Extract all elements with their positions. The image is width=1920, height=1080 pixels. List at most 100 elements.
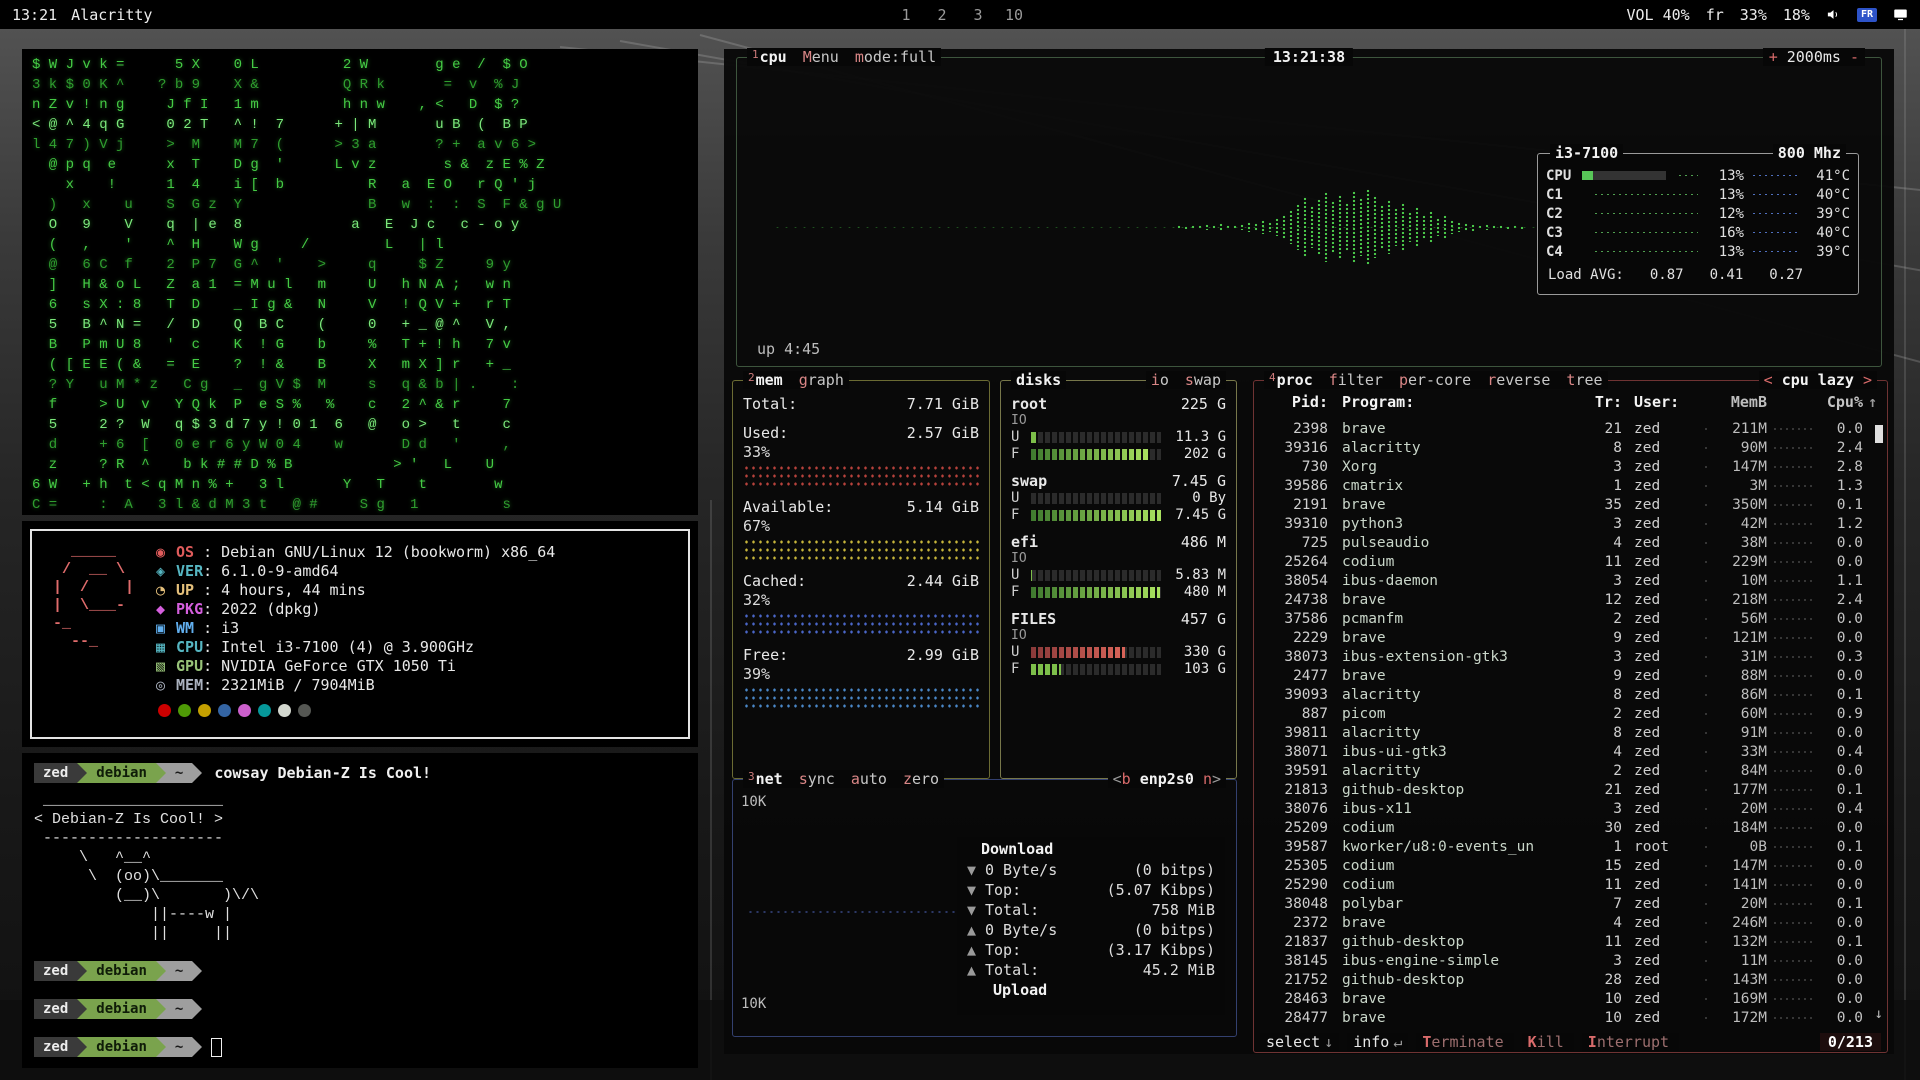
footer-action-button[interactable]: Terminate	[1416, 1033, 1513, 1051]
workspace-button[interactable]: 10	[998, 5, 1030, 25]
process-list[interactable]: 2398 brave 21 zed 211M 0.0 39316 alacrit…	[1264, 419, 1877, 1026]
proc-tree-toggle[interactable]: tree	[1566, 371, 1602, 389]
mem-graph-toggle[interactable]: graph	[799, 371, 844, 389]
footer-action-button[interactable]: info↵	[1347, 1033, 1408, 1051]
menu-button[interactable]: Menu	[803, 48, 839, 66]
footer-action-button[interactable]: Interrupt	[1582, 1033, 1679, 1051]
prompt-user: zed	[34, 961, 77, 981]
dot-leader	[1703, 446, 1708, 450]
process-row[interactable]: 25209 codium 30 zed 184M 0.0	[1264, 818, 1877, 837]
header-user[interactable]: User:	[1634, 393, 1698, 411]
process-row[interactable]: 28463 brave 10 zed 169M 0.0	[1264, 989, 1877, 1008]
process-row[interactable]: 21837 github-desktop 11 zed 132M 0.1	[1264, 932, 1877, 951]
terminal-shell[interactable]: zeddebian~ cowsay Debian-Z Is Cool! ____…	[22, 753, 698, 1068]
workspace-button[interactable]: 1	[890, 5, 922, 25]
terminal-bpytop[interactable]: 1 cpu Menu mode:full 13:21:38 + 2000ms -…	[724, 49, 1894, 1054]
proc-sort-control[interactable]: < cpu lazy >	[1759, 371, 1877, 389]
net-interface-switcher[interactable]: <b enp2s0 n>	[1108, 770, 1226, 788]
process-row[interactable]: 730 Xorg 3 zed 147M 2.8	[1264, 457, 1877, 476]
process-row[interactable]: 39586 cmatrix 1 zed 3M 1.3	[1264, 476, 1877, 495]
interval-minus-button[interactable]: -	[1850, 48, 1859, 66]
refresh-interval-control[interactable]: + 2000ms -	[1763, 48, 1865, 66]
mem-section: Used:2.57 GiB 33%	[743, 424, 979, 488]
process-row[interactable]: 24738 brave 12 zed 218M 2.4	[1264, 590, 1877, 609]
iface-prev-button[interactable]: b	[1122, 770, 1131, 788]
process-row[interactable]: 38054 ibus-daemon 3 zed 10M 1.1	[1264, 571, 1877, 590]
process-row[interactable]: 887 picom 2 zed 60M 0.9	[1264, 704, 1877, 723]
net-zero-toggle[interactable]: zero	[903, 770, 939, 788]
terminal-cursor	[211, 1038, 222, 1057]
interval-plus-button[interactable]: +	[1769, 48, 1778, 66]
process-row[interactable]: 21752 github-desktop 28 zed 143M 0.0	[1264, 970, 1877, 989]
keyboard-layout-label[interactable]: fr	[1706, 6, 1724, 24]
process-row[interactable]: 39811 alacritty 8 zed 91M 0.0	[1264, 723, 1877, 742]
terminal-cmatrix[interactable]: $ W J v k = 5 X 0 L 2 W g e / $ O3 k $ 0…	[22, 49, 698, 515]
keyboard-flag-badge[interactable]: FR	[1857, 8, 1877, 22]
workspace-button[interactable]: 3	[962, 5, 994, 25]
process-row[interactable]: 37586 pcmanfm 2 zed 56M 0.0	[1264, 609, 1877, 628]
process-row[interactable]: 21813 github-desktop 21 zed 177M 0.1	[1264, 780, 1877, 799]
cpu-box-hotkey[interactable]: 1	[752, 48, 759, 61]
proc-box-hotkey[interactable]: 4	[1269, 371, 1276, 384]
header-threads[interactable]: Tr:	[1588, 393, 1622, 411]
prompt-line-active[interactable]: zeddebian~	[34, 1037, 686, 1057]
process-row[interactable]: 39310 python3 3 zed 42M 1.2	[1264, 514, 1877, 533]
disks-swap-toggle[interactable]: swap	[1185, 371, 1221, 389]
process-user: zed	[1634, 535, 1698, 551]
process-row[interactable]: 25264 codium 11 zed 229M 0.0	[1264, 552, 1877, 571]
sysinfo-icon: ◈	[156, 562, 176, 581]
scroll-up-icon[interactable]: ↑	[1863, 393, 1877, 411]
disks-io-toggle[interactable]: io	[1151, 371, 1169, 389]
proc-reverse-toggle[interactable]: reverse	[1487, 371, 1550, 389]
disk-used-label: U	[1011, 644, 1024, 661]
speaker-icon[interactable]	[1826, 7, 1841, 22]
process-row[interactable]: 38048 polybar 7 zed 20M 0.1	[1264, 894, 1877, 913]
workspace-button[interactable]: 2	[926, 5, 958, 25]
process-row[interactable]: 39591 alacritty 2 zed 84M 0.0	[1264, 761, 1877, 780]
process-row[interactable]: 38145 ibus-engine-simple 3 zed 11M 0.0	[1264, 951, 1877, 970]
footer-action-button[interactable]: select↓	[1260, 1033, 1339, 1051]
process-row[interactable]: 28477 brave 10 zed 172M 0.0	[1264, 1008, 1877, 1026]
process-row[interactable]: 38076 ibus-x11 3 zed 20M 0.4	[1264, 799, 1877, 818]
sysinfo-row: ◆PKG: 2022 (dpkg)	[156, 600, 555, 619]
process-row[interactable]: 2191 brave 35 zed 350M 0.1	[1264, 495, 1877, 514]
process-cpu: 0.0	[1819, 725, 1863, 741]
footer-action-button[interactable]: Kill	[1522, 1033, 1574, 1051]
process-row[interactable]: 2477 brave 9 zed 88M 0.0	[1264, 666, 1877, 685]
process-row[interactable]: 2229 brave 9 zed 121M 0.0	[1264, 628, 1877, 647]
process-row[interactable]: 38071 ibus-ui-gtk3 4 zed 33M 0.4	[1264, 742, 1877, 761]
scroll-down-icon[interactable]: ↓	[1875, 1006, 1883, 1022]
iface-next-button[interactable]: n	[1203, 770, 1212, 788]
mode-toggle[interactable]: mode:full	[855, 48, 936, 66]
terminal-sysfetch[interactable]: _____ / __ \ | / | | \___- -_ --_ ◉OS: D…	[22, 521, 698, 747]
process-row[interactable]: 25305 codium 15 zed 147M 0.0	[1264, 856, 1877, 875]
net-box-hotkey[interactable]: 3	[748, 770, 755, 783]
header-pid[interactable]: Pid:	[1264, 393, 1328, 411]
process-row[interactable]: 2398 brave 21 zed 211M 0.0	[1264, 419, 1877, 438]
mem-section-meter	[743, 686, 979, 710]
sysinfo-icon: ▦	[156, 638, 176, 657]
process-row[interactable]: 25290 codium 11 zed 141M 0.0	[1264, 875, 1877, 894]
scrollbar-thumb[interactable]	[1875, 425, 1883, 443]
sort-prev-button[interactable]: <	[1764, 371, 1773, 389]
sort-next-button[interactable]: >	[1863, 371, 1872, 389]
proc-percore-toggle[interactable]: per-core	[1399, 371, 1471, 389]
mem-box-hotkey[interactable]: 2	[748, 371, 755, 384]
process-row[interactable]: 2372 brave 4 zed 246M 0.0	[1264, 913, 1877, 932]
process-program: python3	[1342, 516, 1588, 532]
process-row[interactable]: 725 pulseaudio 4 zed 38M 0.0	[1264, 533, 1877, 552]
volume-label[interactable]: VOL 40%	[1626, 6, 1689, 24]
core-temperature: 39°C	[1806, 244, 1850, 260]
header-cpu[interactable]: Cpu%	[1819, 393, 1863, 411]
net-sync-toggle[interactable]: sync	[799, 770, 835, 788]
net-auto-toggle[interactable]: auto	[851, 770, 887, 788]
header-mem[interactable]: MemB	[1713, 393, 1767, 411]
process-row[interactable]: 38073 ibus-extension-gtk3 3 zed 31M 0.3	[1264, 647, 1877, 666]
disk-free-value: 480 M	[1168, 584, 1226, 601]
header-program[interactable]: Program:	[1342, 393, 1588, 411]
process-row[interactable]: 39093 alacritty 8 zed 86M 0.1	[1264, 685, 1877, 704]
process-row[interactable]: 39587 kworker/u8:0-events_un 1 root 0B 0…	[1264, 837, 1877, 856]
proc-filter-toggle[interactable]: filter	[1329, 371, 1383, 389]
process-row[interactable]: 39316 alacritty 8 zed 90M 2.4	[1264, 438, 1877, 457]
core-rows: CPU 13% 41°C C1 13% 40°C	[1546, 166, 1850, 261]
